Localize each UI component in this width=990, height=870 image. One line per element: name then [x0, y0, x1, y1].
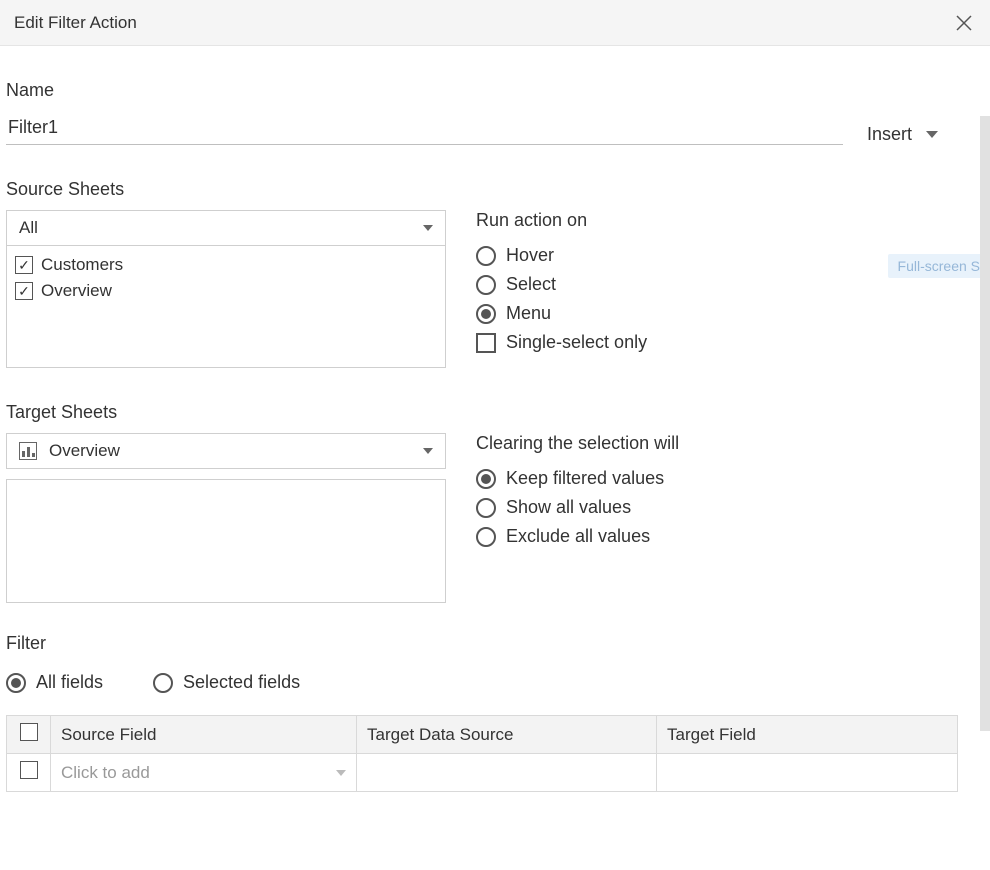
run-action-hover[interactable]: Hover: [476, 241, 984, 270]
target-sheets-row: Overview Clearing the selection will Kee…: [6, 433, 984, 603]
checkbox-icon: [476, 333, 496, 353]
run-action-menu[interactable]: Menu: [476, 299, 984, 328]
sheet-item-label: Overview: [41, 281, 112, 301]
caret-down-icon: [926, 131, 938, 138]
radio-label: Select: [506, 274, 556, 295]
radio-label: Keep filtered values: [506, 468, 664, 489]
add-placeholder: Click to add: [61, 763, 150, 783]
sheet-item-customers[interactable]: Customers: [15, 252, 437, 278]
clearing-label: Clearing the selection will: [476, 433, 984, 454]
radio-label: All fields: [36, 672, 103, 693]
target-sheets-list[interactable]: [6, 479, 446, 603]
radio-label: Selected fields: [183, 672, 300, 693]
checkbox-icon[interactable]: [20, 761, 38, 779]
source-sheets-row: All Customers Overview Run action on Hov…: [6, 210, 984, 368]
checkbox-icon[interactable]: [20, 723, 38, 741]
target-sheets-label: Target Sheets: [6, 402, 984, 423]
dialog-title: Edit Filter Action: [14, 13, 137, 33]
single-select-only[interactable]: Single-select only: [476, 328, 984, 357]
caret-down-icon: [336, 770, 346, 776]
source-sheets-list[interactable]: Customers Overview: [6, 246, 446, 368]
checkbox-icon[interactable]: [15, 282, 33, 300]
checkbox-label: Single-select only: [506, 332, 647, 353]
col-source-field: Source Field: [51, 716, 357, 754]
col-target-ds: Target Data Source: [357, 716, 657, 754]
radio-icon: [476, 246, 496, 266]
source-sheets-label: Source Sheets: [6, 179, 984, 200]
target-sheets-dropdown-value: Overview: [49, 441, 120, 461]
radio-label: Show all values: [506, 497, 631, 518]
clearing-keep[interactable]: Keep filtered values: [476, 464, 984, 493]
row-checkbox-cell[interactable]: [7, 754, 51, 792]
name-label: Name: [6, 80, 984, 101]
run-action-select[interactable]: Select: [476, 270, 984, 299]
radio-icon: [476, 469, 496, 489]
filter-label: Filter: [6, 633, 984, 654]
name-input[interactable]: [6, 111, 843, 145]
insert-label: Insert: [867, 124, 912, 145]
filter-selected-fields[interactable]: Selected fields: [153, 668, 300, 697]
source-field-cell[interactable]: Click to add: [51, 754, 357, 792]
caret-down-icon: [423, 448, 433, 454]
bar-chart-icon: [19, 442, 37, 460]
filter-table: Source Field Target Data Source Target F…: [6, 715, 958, 792]
scrollbar[interactable]: [980, 116, 990, 731]
clearing-exclude[interactable]: Exclude all values: [476, 522, 984, 551]
radio-icon: [476, 304, 496, 324]
close-button[interactable]: [952, 11, 976, 35]
source-sheets-dropdown-value: All: [19, 218, 38, 238]
run-action-label: Run action on: [476, 210, 984, 231]
sheet-item-label: Customers: [41, 255, 123, 275]
insert-dropdown[interactable]: Insert: [867, 124, 944, 145]
checkbox-icon[interactable]: [15, 256, 33, 274]
radio-icon: [6, 673, 26, 693]
source-sheets-dropdown[interactable]: All: [6, 210, 446, 246]
radio-label: Exclude all values: [506, 526, 650, 547]
radio-icon: [476, 275, 496, 295]
caret-down-icon: [423, 225, 433, 231]
target-sheets-dropdown[interactable]: Overview: [6, 433, 446, 469]
filter-scope: All fields Selected fields: [6, 668, 984, 697]
target-field-cell[interactable]: [657, 754, 958, 792]
close-icon: [955, 14, 973, 32]
filter-all-fields[interactable]: All fields: [6, 668, 103, 697]
dialog-header: Edit Filter Action: [0, 0, 990, 46]
name-row: Insert: [6, 111, 984, 145]
radio-icon: [153, 673, 173, 693]
col-target-field: Target Field: [657, 716, 958, 754]
clearing-showall[interactable]: Show all values: [476, 493, 984, 522]
radio-icon: [476, 527, 496, 547]
radio-icon: [476, 498, 496, 518]
dialog-body: Name Insert Source Sheets All Customers …: [0, 46, 990, 870]
header-checkbox-cell[interactable]: [7, 716, 51, 754]
sheet-item-overview[interactable]: Overview: [15, 278, 437, 304]
radio-label: Hover: [506, 245, 554, 266]
table-header-row: Source Field Target Data Source Target F…: [7, 716, 958, 754]
radio-label: Menu: [506, 303, 551, 324]
table-row[interactable]: Click to add: [7, 754, 958, 792]
target-ds-cell[interactable]: [357, 754, 657, 792]
